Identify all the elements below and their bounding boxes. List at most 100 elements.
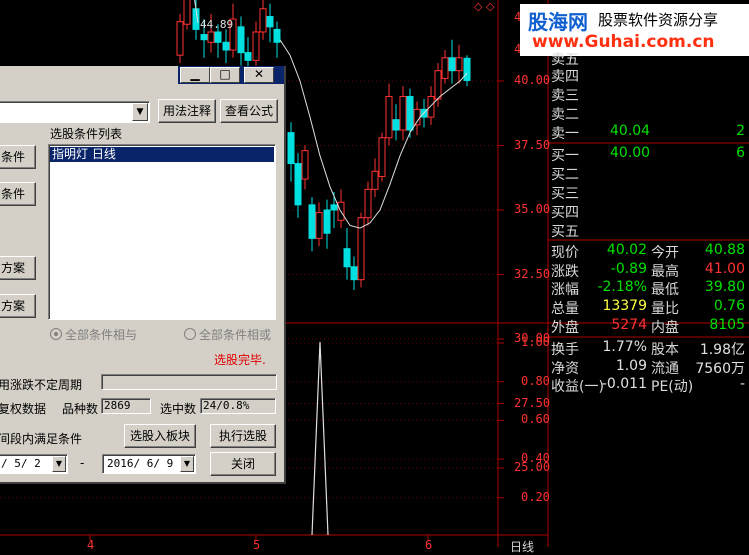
candle-up [441, 57, 449, 79]
ask-row: 卖二 [550, 104, 749, 123]
use-period-label[interactable]: 用涨跌不定周期 [0, 376, 82, 393]
stat-value: 1.09 [615, 358, 647, 374]
candle-up [427, 95, 435, 118]
radio-or-icon[interactable] [184, 328, 196, 340]
delete-condition-button[interactable]: 条件 [0, 182, 36, 206]
usage-notes-button[interactable]: 用法注释 [158, 99, 216, 123]
x-tick-label: 6 [425, 538, 433, 552]
scroll-arrows-icon[interactable]: ◇ ◇ [474, 0, 494, 13]
status-text: 选股完毕. [214, 353, 266, 367]
candle-up [385, 95, 393, 139]
stat-label: 股本 [651, 342, 679, 358]
stat-label: 流通 [651, 361, 679, 377]
candle-down [222, 41, 230, 51]
bid-label: 买五 [551, 224, 579, 240]
restore-data-label[interactable]: 复权数据 [0, 400, 46, 417]
stat-value: 5274 [611, 317, 647, 333]
candle-down [330, 204, 338, 211]
formula-combobox[interactable]: ▼ [0, 101, 150, 123]
add-condition-button[interactable]: 条件 [0, 145, 36, 169]
stat-label: 收益(一) [551, 379, 604, 395]
candle-down [350, 266, 358, 281]
bid-label: 买四 [551, 205, 579, 221]
bid-row: 买三 [550, 183, 749, 202]
period-progress-field [101, 374, 277, 390]
bid-row: 买五 [550, 221, 749, 240]
candle-down [294, 163, 302, 206]
price-tick-label: 37.50 [514, 137, 551, 152]
stat-value: -0.89 [610, 261, 647, 277]
execute-selection-button[interactable]: 执行选股 [210, 424, 276, 448]
stat-row: 外盘 5274 内盘 8105 [550, 317, 749, 336]
stat-label: 总量 [551, 301, 579, 317]
ask-label: 卖二 [551, 107, 579, 123]
ask-price: 40.04 [610, 123, 651, 139]
candle-up [399, 95, 407, 131]
indicator-tick-label: 0.60 [521, 412, 550, 427]
ask-label: 卖一 [551, 126, 579, 142]
close-icon[interactable]: ✕ [244, 67, 274, 83]
stat-row: 涨跌 -0.89 最高 41.00 [550, 261, 749, 280]
candle-up [378, 137, 386, 177]
stat-value: 39.80 [704, 279, 745, 295]
interval-condition-label[interactable]: 间段内满足条件 [0, 430, 82, 447]
add-to-block-button[interactable]: 选股入板块 [124, 424, 196, 448]
candle-up [371, 170, 379, 190]
candle-up [176, 21, 184, 56]
stat-row: 现价 40.02 今开 40.88 [550, 242, 749, 261]
date-to-dropdown-icon[interactable]: ▼ [180, 456, 194, 472]
stat-label: 现价 [551, 245, 579, 261]
bid-row: 买二 [550, 164, 749, 183]
stat-value: 41.00 [704, 261, 745, 277]
indicator-tick-label: 1.00 [521, 335, 550, 349]
date-to-field[interactable]: 2016/ 6/ 9 ▼ [102, 454, 196, 474]
indicator-tick-label: 0.40 [521, 451, 550, 466]
stat-value: 7560万 [695, 361, 745, 377]
chevron-down-icon[interactable]: ▼ [132, 103, 148, 121]
ask-row: 卖三 [550, 85, 749, 104]
load-scheme-button[interactable]: 方案 [0, 256, 36, 280]
candle-up [364, 188, 372, 219]
price-tick-label: 32.50 [514, 266, 551, 281]
date-from-value: / 5/ 2 [1, 457, 41, 470]
date-to-value: 2016/ 6/ 9 [107, 457, 174, 470]
radio-and-label[interactable]: 全部条件相与 [65, 326, 137, 343]
condition-list-title: 选股条件列表 [50, 127, 123, 141]
radio-or-label[interactable]: 全部条件相或 [199, 326, 271, 343]
stat-label: 换手 [551, 342, 579, 358]
candle-down [266, 16, 274, 28]
stat-value: 1.98亿 [699, 342, 745, 358]
close-button[interactable]: 关闭 [210, 452, 276, 476]
candle-down [323, 209, 331, 234]
candle-up [207, 31, 215, 43]
candle-down [406, 95, 414, 131]
minimize-icon[interactable]: ▁ [180, 67, 210, 83]
candle-down [308, 204, 316, 239]
candle-down [214, 31, 222, 43]
maximize-icon[interactable]: □ [210, 67, 240, 83]
candle-up [259, 8, 267, 33]
ask-label: 卖三 [551, 88, 579, 104]
stat-label: 量比 [651, 301, 679, 317]
bid-label: 买二 [551, 167, 579, 183]
date-from-dropdown-icon[interactable]: ▼ [52, 456, 66, 472]
candle-up [434, 70, 442, 100]
bid-volume: 6 [736, 145, 745, 161]
save-scheme-button[interactable]: 方案 [0, 294, 36, 318]
candle-up [301, 150, 309, 180]
price-tick-label: 40.00 [514, 73, 551, 87]
bid-row: 买一 40.00 6 [550, 145, 749, 164]
date-from-field[interactable]: / 5/ 2 ▼ [0, 454, 68, 474]
x-tick-label: 5 [253, 538, 261, 552]
condition-list[interactable]: 指明灯 日线 [48, 144, 276, 320]
stat-label: 最低 [651, 282, 679, 298]
variety-count-value: 2869 [104, 399, 131, 412]
ask-row: 卖一 40.04 2 [550, 123, 749, 142]
condition-item-selected[interactable]: 指明灯 日线 [50, 147, 274, 162]
ask-volume: 2 [736, 123, 745, 139]
stat-value: 13379 [602, 298, 647, 314]
indicator-tick-label: 0.80 [521, 373, 550, 388]
view-formula-button[interactable]: 查看公式 [220, 99, 278, 123]
watermark-logo-text: 股海网 [528, 10, 588, 34]
radio-and-icon[interactable] [50, 328, 62, 340]
